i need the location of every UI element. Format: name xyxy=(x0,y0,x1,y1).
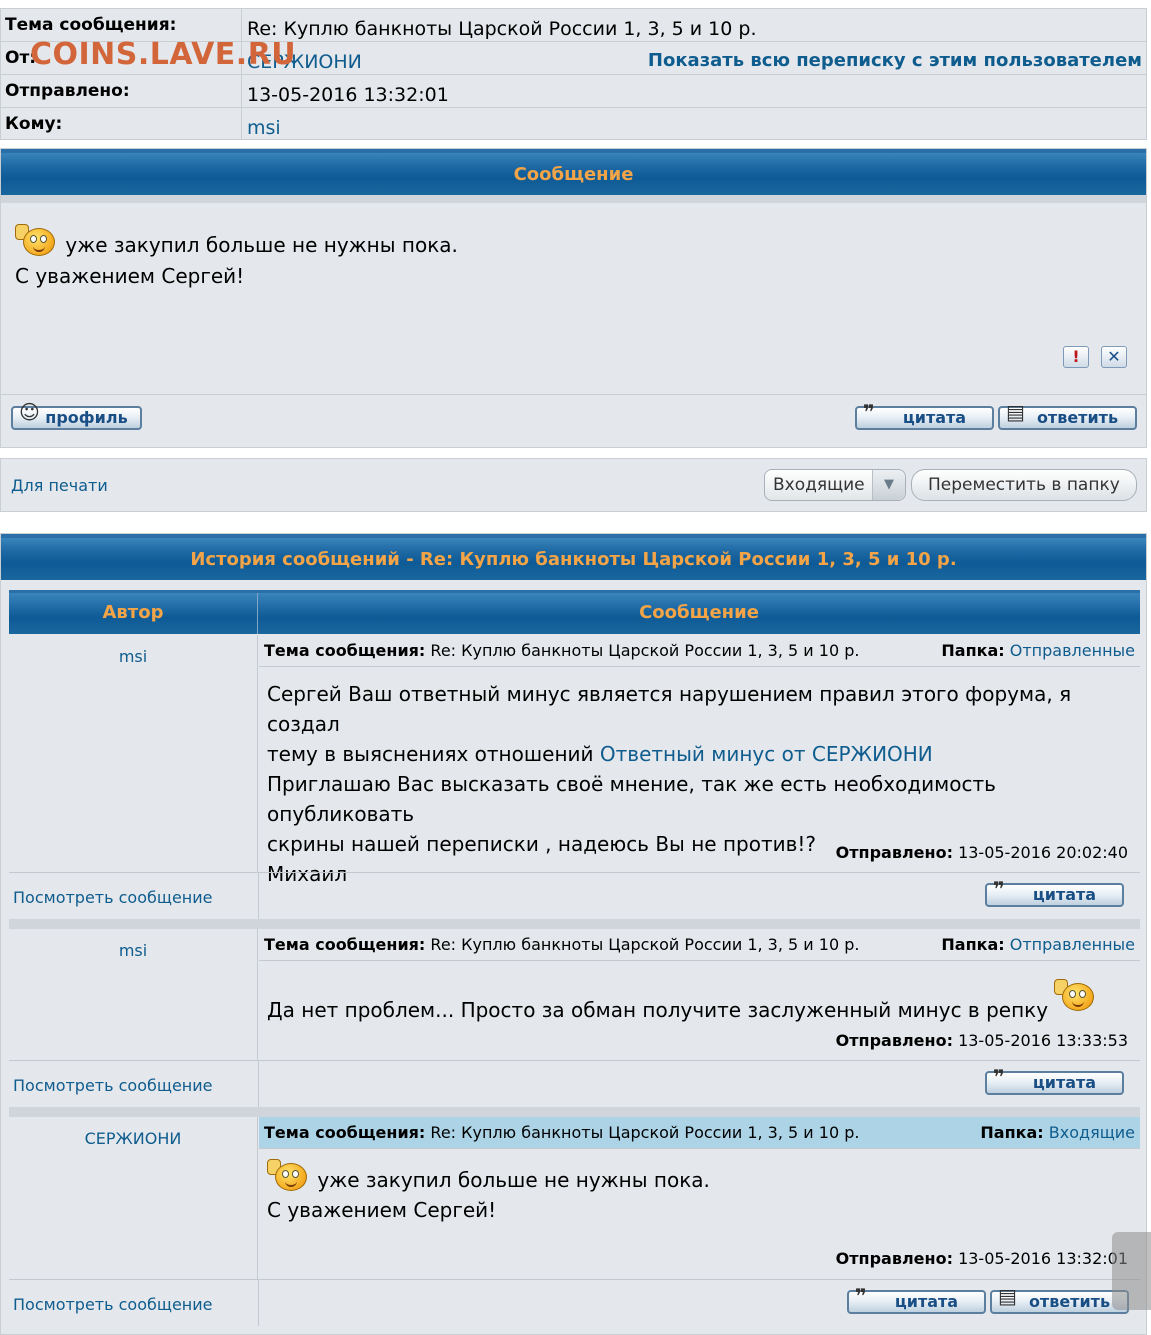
message-line-2: С уважением Сергей! xyxy=(15,264,245,288)
reply-button[interactable]: ▤ ответить xyxy=(990,1286,1129,1314)
folder-select[interactable]: Входящие ▼ xyxy=(764,469,906,501)
history-entry: msi Тема сообщения: Re: Куплю банкноты Ц… xyxy=(9,635,1140,919)
entry-subject-row: Тема сообщения: Re: Куплю банкноты Царск… xyxy=(259,1117,1140,1149)
victory-smiley-icon xyxy=(15,224,59,258)
sent-label: Отправлено: xyxy=(1,75,242,107)
entry-subject-row: Тема сообщения: Re: Куплю банкноты Царск… xyxy=(259,929,1140,961)
entry-sent: Отправлено: 13-05-2016 13:33:53 xyxy=(835,1031,1128,1050)
entry-author-link[interactable]: msi xyxy=(9,929,258,1060)
message-line-1: уже закупил больше не нужны пока. xyxy=(65,233,458,257)
entry-subject-row: Тема сообщения: Re: Куплю банкноты Царск… xyxy=(259,635,1140,667)
message-header-table: Тема сообщения: Re: Куплю банкноты Царск… xyxy=(0,8,1147,140)
view-message-link[interactable]: Посмотреть сообщение xyxy=(13,1076,213,1095)
message-title-bar: Сообщение xyxy=(1,149,1146,195)
entry-author-link[interactable]: msi xyxy=(9,635,258,872)
quote-button[interactable]: ❞ цитата xyxy=(855,402,994,430)
quote-button[interactable]: ❞ цитата xyxy=(985,1067,1124,1095)
divider xyxy=(9,919,1140,929)
entry-body: Да нет проблем... Просто за обман получи… xyxy=(267,979,1098,1025)
reply-button[interactable]: ▤ ответить xyxy=(998,402,1137,430)
entry-footer: Посмотреть сообщение ❞ цитата xyxy=(9,872,1140,919)
entry-footer: Посмотреть сообщение ❞ цитата xyxy=(9,1060,1140,1107)
sent-row: Отправлено: 13-05-2016 13:32:01 xyxy=(1,75,1146,108)
subject-value: Re: Куплю банкноты Царской России 1, 3, … xyxy=(247,18,757,40)
entry-sent: Отправлено: 13-05-2016 13:32:01 xyxy=(835,1249,1128,1268)
delete-icon[interactable]: ✕ xyxy=(1101,346,1127,368)
entry-footer: Посмотреть сообщение ❞ цитата ▤ ответить xyxy=(9,1279,1140,1326)
message-column-header: Сообщение xyxy=(639,602,759,623)
history-entry: СЕРЖИОНИ Тема сообщения: Re: Куплю банкн… xyxy=(9,1117,1140,1327)
message-history-panel: История сообщений - Re: Куплю банкноты Ц… xyxy=(0,533,1147,1335)
history-columns-header: Автор Сообщение xyxy=(9,590,1140,634)
message-actions-row: ☺ профиль ❞ цитата ▤ ответить xyxy=(1,394,1146,441)
author-column-header: Автор xyxy=(9,593,258,634)
view-message-link[interactable]: Посмотреть сообщение xyxy=(13,888,213,907)
report-icon[interactable]: ! xyxy=(1063,346,1089,368)
victory-smiley-icon xyxy=(267,1159,311,1193)
entry-folder-link[interactable]: Отправленные xyxy=(1010,935,1135,954)
view-message-link[interactable]: Посмотреть сообщение xyxy=(13,1295,213,1314)
entry-sent: Отправлено: 13-05-2016 20:02:40 xyxy=(835,843,1128,862)
sent-value: 13-05-2016 13:32:01 xyxy=(247,84,449,106)
history-title-bar: История сообщений - Re: Куплю банкноты Ц… xyxy=(1,534,1146,580)
message-tools-row: Для печати Входящие ▼ Переместить в папк… xyxy=(0,458,1147,512)
entry-author-link[interactable]: СЕРЖИОНИ xyxy=(9,1117,258,1279)
entry-body: уже закупил больше не нужны пока. С уваж… xyxy=(267,1159,710,1225)
to-row: Кому: msi xyxy=(1,108,1146,141)
divider xyxy=(9,1107,1140,1117)
to-user-link[interactable]: msi xyxy=(247,108,281,140)
chevron-down-icon: ▼ xyxy=(872,470,905,500)
site-watermark: COINS.LAVE.RU xyxy=(30,37,297,72)
scroll-down-handle[interactable] xyxy=(1112,1232,1151,1310)
show-all-correspondence-link[interactable]: Показать всю переписку с этим пользовате… xyxy=(648,42,1142,71)
print-link[interactable]: Для печати xyxy=(11,476,108,495)
quote-button[interactable]: ❞ цитата xyxy=(985,879,1124,907)
history-entry: msi Тема сообщения: Re: Куплю банкноты Ц… xyxy=(9,929,1140,1107)
topic-link[interactable]: Ответный минус от СЕРЖИОНИ xyxy=(600,742,933,766)
quote-button[interactable]: ❞ цитата xyxy=(847,1286,986,1314)
message-body: уже закупил больше не нужны пока. С уваж… xyxy=(15,224,458,292)
profile-button[interactable]: ☺ профиль xyxy=(11,402,142,430)
entry-folder-link[interactable]: Отправленные xyxy=(1010,641,1135,660)
move-to-folder-button[interactable]: Переместить в папку xyxy=(911,469,1137,501)
folder-select-value: Входящие xyxy=(773,475,865,495)
entry-folder-link[interactable]: Входящие xyxy=(1049,1123,1135,1142)
to-label: Кому: xyxy=(1,108,242,140)
victory-smiley-icon xyxy=(1054,979,1098,1013)
message-panel: Сообщение уже закупил больше не нужны по… xyxy=(0,148,1147,448)
